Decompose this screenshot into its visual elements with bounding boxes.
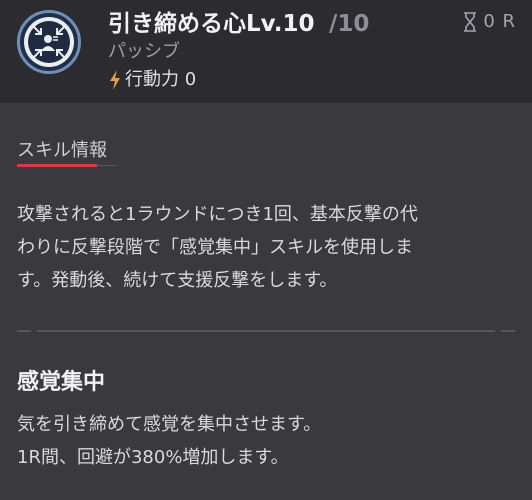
description-line: す。発動後、続けて支援反撃をします。	[17, 270, 338, 291]
skill-max-level: /10	[329, 11, 370, 37]
section-divider	[17, 330, 515, 332]
effect-title: 感覚集中	[17, 370, 106, 395]
skill-type: パッシブ	[108, 41, 180, 62]
action-power-label: 行動力 0	[125, 69, 197, 90]
effect-description: 気を引き締めて感覚を集中させます。 1R間、回避が380%増加します。	[17, 408, 517, 474]
description-line: 攻撃されると1ラウンドにつき1回、基本反撃の代	[17, 204, 418, 225]
skill-info-heading: スキル情報	[17, 140, 107, 161]
lightning-icon	[110, 70, 120, 90]
heading-accent-underline	[17, 164, 97, 167]
cooldown: 0 R	[463, 10, 516, 34]
hourglass-icon	[464, 12, 477, 32]
action-power: 行動力 0	[108, 68, 196, 92]
skill-description: 攻撃されると1ラウンドにつき1回、基本反撃の代 わりに反撃段階で「感覚集中」スキ…	[17, 198, 517, 297]
focus-person-icon	[17, 10, 81, 74]
effect-line: 気を引き締めて感覚を集中させます。	[17, 414, 322, 435]
skill-name-level: 引き締める心Lv.10	[108, 11, 315, 37]
cooldown-value: 0 R	[483, 11, 516, 32]
skill-header: 引き締める心Lv.10 /10 パッシブ 行動力 0 0 R	[0, 0, 532, 103]
effect-line: 1R間、回避が380%増加します。	[17, 447, 289, 468]
description-line: わりに反撃段階で「感覚集中」スキルを使用しま	[17, 237, 413, 258]
